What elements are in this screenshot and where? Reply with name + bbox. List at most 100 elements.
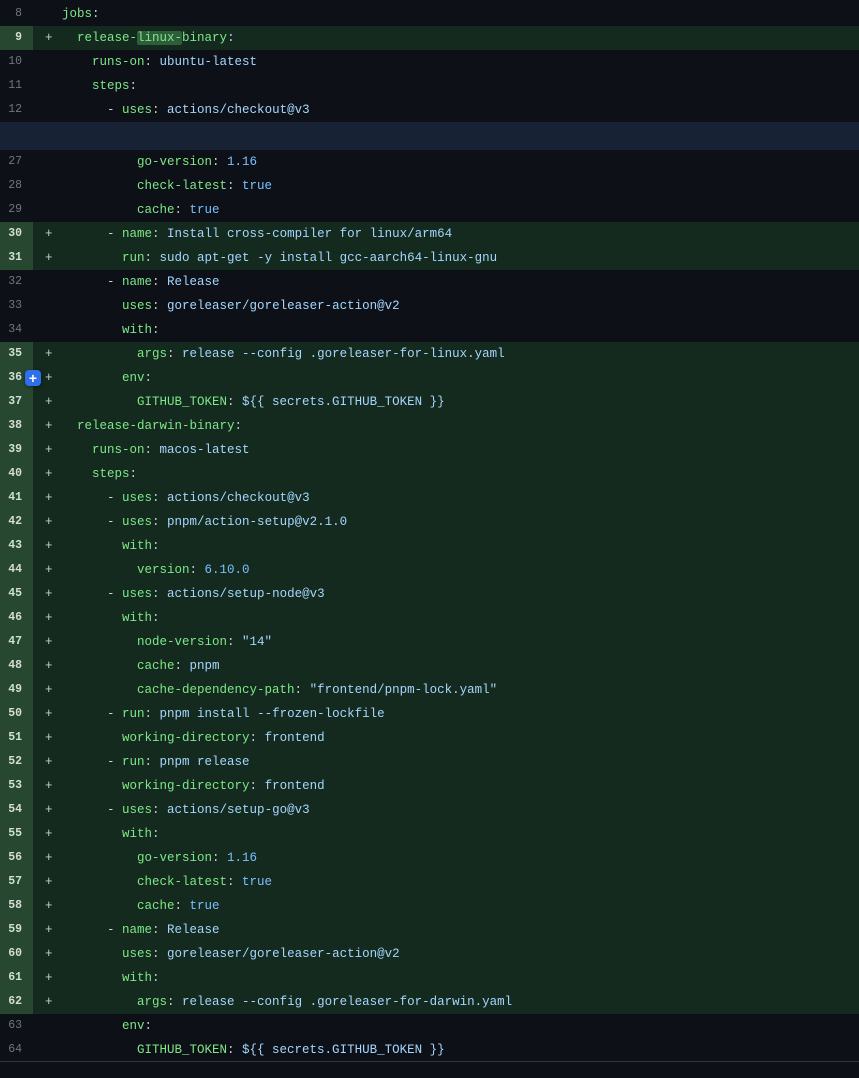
diff-line-11: 11 steps: xyxy=(0,74,859,98)
line-number[interactable]: 11 xyxy=(0,74,33,98)
diff-line-48: 48+ cache: pnpm xyxy=(0,654,859,678)
line-number[interactable]: 27 xyxy=(0,150,33,174)
diff-line-9: 9+ release-linux-binary: xyxy=(0,26,859,50)
diff-sign: + xyxy=(33,726,62,750)
diff-line-12: 12 - uses: actions/checkout@v3 xyxy=(0,98,859,122)
line-number[interactable]: 42 xyxy=(0,510,33,534)
diff-line-59: 59+ - name: Release xyxy=(0,918,859,942)
code-text: - name: Install cross-compiler for linux… xyxy=(62,222,859,246)
line-number[interactable]: 57 xyxy=(0,870,33,894)
diff-line-53: 53+ working-directory: frontend xyxy=(0,774,859,798)
diff-sign: + xyxy=(33,582,62,606)
code-text: - run: pnpm install --frozen-lockfile xyxy=(62,702,859,726)
diff-sign xyxy=(33,1014,62,1038)
diff-line-47: 47+ node-version: "14" xyxy=(0,630,859,654)
line-number[interactable]: 34 xyxy=(0,318,33,342)
diff-sign: + xyxy=(33,414,62,438)
code-text: with: xyxy=(62,534,859,558)
diff-line-34: 34 with: xyxy=(0,318,859,342)
line-number[interactable]: 32 xyxy=(0,270,33,294)
code-text: node-version: "14" xyxy=(62,630,859,654)
diff-line-29: 29 cache: true xyxy=(0,198,859,222)
code-text: working-directory: frontend xyxy=(62,774,859,798)
line-number[interactable]: 61 xyxy=(0,966,33,990)
diff-sign xyxy=(33,294,62,318)
bottom-strip xyxy=(0,1062,859,1077)
code-text: run: sudo apt-get -y install gcc-aarch64… xyxy=(62,246,859,270)
code-text: version: 6.10.0 xyxy=(62,558,859,582)
line-number[interactable]: 49 xyxy=(0,678,33,702)
diff-sign xyxy=(33,174,62,198)
add-comment-button[interactable]: + xyxy=(25,370,41,386)
diff-line-28: 28 check-latest: true xyxy=(0,174,859,198)
line-number[interactable]: 12 xyxy=(0,98,33,122)
line-number[interactable]: 56 xyxy=(0,846,33,870)
line-number[interactable]: 30 xyxy=(0,222,33,246)
diff-sign: + xyxy=(33,390,62,414)
line-number[interactable]: 37 xyxy=(0,390,33,414)
line-number[interactable]: 60 xyxy=(0,942,33,966)
code-text: runs-on: macos-latest xyxy=(62,438,859,462)
line-number[interactable]: 50 xyxy=(0,702,33,726)
diff-line-50: 50+ - run: pnpm install --frozen-lockfil… xyxy=(0,702,859,726)
diff-line-33: 33 uses: goreleaser/goreleaser-action@v2 xyxy=(0,294,859,318)
code-text: args: release --config .goreleaser-for-l… xyxy=(62,342,859,366)
code-text: - run: pnpm release xyxy=(62,750,859,774)
line-number[interactable]: 45 xyxy=(0,582,33,606)
diff-line-30: 30+ - name: Install cross-compiler for l… xyxy=(0,222,859,246)
diff-sign: + xyxy=(33,654,62,678)
code-text: - name: Release xyxy=(62,918,859,942)
line-number[interactable]: 62 xyxy=(0,990,33,1014)
line-number[interactable]: 39 xyxy=(0,438,33,462)
diff-sign: + xyxy=(33,438,62,462)
diff-sign: + xyxy=(33,966,62,990)
diff-sign: + xyxy=(33,894,62,918)
line-number[interactable]: 29 xyxy=(0,198,33,222)
line-number[interactable]: 59 xyxy=(0,918,33,942)
diff-hunk-expander[interactable] xyxy=(0,122,859,150)
line-number[interactable]: 35 xyxy=(0,342,33,366)
diff-line-40: 40+ steps: xyxy=(0,462,859,486)
code-text: go-version: 1.16 xyxy=(62,846,859,870)
code-text: check-latest: true xyxy=(62,870,859,894)
diff-sign: + xyxy=(33,990,62,1014)
line-number[interactable]: 9 xyxy=(0,26,33,50)
code-text: uses: goreleaser/goreleaser-action@v2 xyxy=(62,942,859,966)
line-number[interactable]: 54 xyxy=(0,798,33,822)
diff-sign xyxy=(33,2,62,26)
code-text: args: release --config .goreleaser-for-d… xyxy=(62,990,859,1014)
line-number[interactable]: 52 xyxy=(0,750,33,774)
line-number[interactable]: 10 xyxy=(0,50,33,74)
diff-line-10: 10 runs-on: ubuntu-latest xyxy=(0,50,859,74)
code-text: cache: pnpm xyxy=(62,654,859,678)
code-text: with: xyxy=(62,966,859,990)
line-number[interactable]: 64 xyxy=(0,1038,33,1062)
diff-sign xyxy=(33,74,62,98)
diff-sign: + xyxy=(33,678,62,702)
line-number[interactable]: 38 xyxy=(0,414,33,438)
diff-sign: + xyxy=(33,510,62,534)
diff-sign: + xyxy=(33,630,62,654)
line-number[interactable]: 33 xyxy=(0,294,33,318)
line-number[interactable]: 53 xyxy=(0,774,33,798)
diff-sign: + xyxy=(33,798,62,822)
line-number[interactable]: 44 xyxy=(0,558,33,582)
line-number[interactable]: 8 xyxy=(0,2,33,26)
line-number[interactable]: 51 xyxy=(0,726,33,750)
line-number[interactable]: 40 xyxy=(0,462,33,486)
code-text: with: xyxy=(62,318,859,342)
line-number[interactable]: 41 xyxy=(0,486,33,510)
line-number[interactable]: 31 xyxy=(0,246,33,270)
line-number[interactable]: 55 xyxy=(0,822,33,846)
diff-sign: + xyxy=(33,486,62,510)
diff-sign: + xyxy=(33,918,62,942)
line-number[interactable]: 47 xyxy=(0,630,33,654)
line-number[interactable]: 43 xyxy=(0,534,33,558)
line-number[interactable]: 63 xyxy=(0,1014,33,1038)
line-number[interactable]: 28 xyxy=(0,174,33,198)
line-number[interactable]: 58 xyxy=(0,894,33,918)
diff-line-49: 49+ cache-dependency-path: "frontend/pnp… xyxy=(0,678,859,702)
code-text: - uses: actions/setup-go@v3 xyxy=(62,798,859,822)
line-number[interactable]: 46 xyxy=(0,606,33,630)
line-number[interactable]: 48 xyxy=(0,654,33,678)
